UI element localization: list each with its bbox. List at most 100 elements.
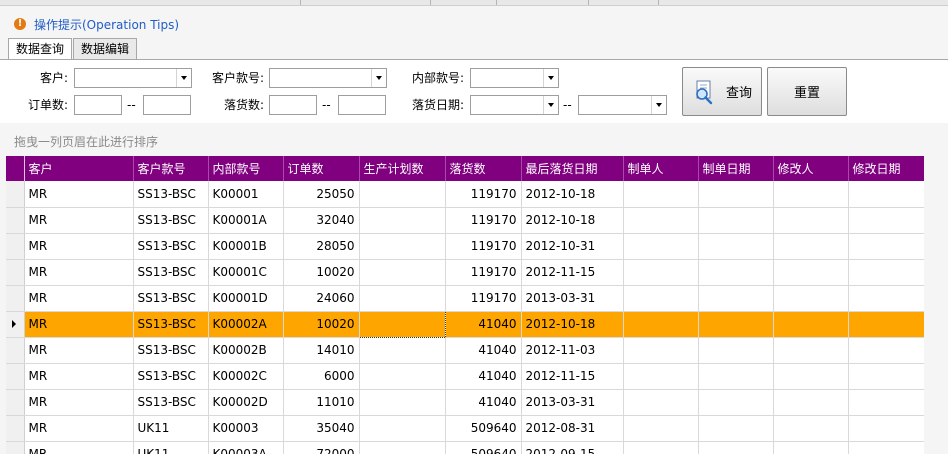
- table-cell[interactable]: [773, 181, 849, 208]
- table-row[interactable]: MR SS13-BSC K00002B 14010 41040 2012-11-03: [6, 337, 924, 364]
- table-cell[interactable]: [623, 337, 699, 364]
- row-indicator[interactable]: [6, 285, 25, 312]
- table-cell[interactable]: [698, 285, 774, 312]
- table-cell[interactable]: [623, 181, 699, 208]
- table-cell[interactable]: [359, 207, 446, 234]
- order-qty-to-input[interactable]: [143, 95, 191, 115]
- table-cell[interactable]: [359, 285, 446, 312]
- table-cell[interactable]: MR: [24, 441, 134, 454]
- table-cell[interactable]: K00001A: [208, 207, 284, 234]
- table-cell[interactable]: 119170: [445, 285, 522, 312]
- table-cell[interactable]: [698, 207, 774, 234]
- table-cell[interactable]: [698, 389, 774, 416]
- table-row[interactable]: MR UK11 K00003 35040 509640 2012-08-31: [6, 415, 924, 442]
- table-cell[interactable]: [623, 311, 699, 338]
- table-cell[interactable]: 2012-11-15: [521, 259, 624, 286]
- table-cell[interactable]: 11010: [283, 389, 360, 416]
- table-cell[interactable]: [359, 233, 446, 260]
- table-cell[interactable]: 41040: [445, 311, 522, 338]
- column-header[interactable]: 修改日期: [848, 156, 924, 181]
- column-header[interactable]: 客户: [24, 156, 134, 181]
- reset-button[interactable]: 重置: [767, 67, 847, 116]
- row-indicator[interactable]: [6, 363, 25, 390]
- column-header[interactable]: 最后落货日期: [521, 156, 624, 181]
- table-cell[interactable]: MR: [24, 415, 134, 442]
- table-cell[interactable]: [623, 363, 699, 390]
- table-cell[interactable]: [623, 207, 699, 234]
- table-cell[interactable]: [773, 285, 849, 312]
- table-cell[interactable]: [848, 415, 924, 442]
- row-indicator[interactable]: [6, 181, 25, 208]
- table-cell[interactable]: 24060: [283, 285, 360, 312]
- table-cell[interactable]: [359, 337, 446, 364]
- table-cell[interactable]: 72000: [283, 441, 360, 454]
- table-cell[interactable]: [359, 181, 446, 208]
- row-indicator[interactable]: [6, 415, 25, 442]
- table-cell[interactable]: MR: [24, 285, 134, 312]
- table-cell[interactable]: K00002A: [208, 311, 284, 338]
- row-indicator[interactable]: [6, 389, 25, 416]
- table-cell[interactable]: 2013-03-31: [521, 389, 624, 416]
- table-row[interactable]: MR SS13-BSC K00001A 32040 119170 2012-10-18: [6, 207, 924, 234]
- tab-data-query[interactable]: 数据查询: [8, 38, 73, 61]
- column-header[interactable]: 修改人: [773, 156, 849, 181]
- table-cell[interactable]: MR: [24, 259, 134, 286]
- row-indicator[interactable]: [6, 259, 25, 286]
- tab-data-edit[interactable]: 数据编辑: [73, 38, 138, 60]
- table-cell[interactable]: MR: [24, 337, 134, 364]
- table-row[interactable]: MR SS13-BSC K00002A 10020 41040 2012-10-18: [6, 310, 924, 338]
- table-cell[interactable]: [359, 259, 446, 286]
- table-cell[interactable]: SS13-BSC: [133, 337, 209, 364]
- drop-date-from-picker[interactable]: [470, 95, 559, 115]
- table-cell[interactable]: [848, 363, 924, 390]
- table-cell[interactable]: [698, 311, 774, 338]
- table-cell[interactable]: [773, 415, 849, 442]
- table-cell[interactable]: 2012-11-03: [521, 337, 624, 364]
- table-cell[interactable]: [848, 207, 924, 234]
- operation-tips-link[interactable]: ! 操作提示(Operation Tips): [14, 15, 179, 33]
- table-cell[interactable]: [848, 441, 924, 454]
- table-cell[interactable]: [698, 337, 774, 364]
- table-cell[interactable]: [623, 389, 699, 416]
- column-header[interactable]: 订单数: [283, 156, 360, 181]
- customer-select[interactable]: [74, 68, 192, 88]
- table-cell[interactable]: SS13-BSC: [133, 363, 209, 390]
- table-cell[interactable]: 10020: [283, 311, 360, 338]
- table-cell[interactable]: 509640: [445, 415, 522, 442]
- drop-qty-from-input[interactable]: [269, 95, 317, 115]
- table-cell[interactable]: [358, 310, 446, 338]
- table-cell[interactable]: K00001: [208, 181, 284, 208]
- table-cell[interactable]: [359, 363, 446, 390]
- internal-style-select[interactable]: [470, 68, 559, 88]
- table-cell[interactable]: [773, 233, 849, 260]
- table-cell[interactable]: [848, 389, 924, 416]
- table-cell[interactable]: [698, 441, 774, 454]
- table-cell[interactable]: SS13-BSC: [133, 285, 209, 312]
- table-cell[interactable]: 2013-03-31: [521, 285, 624, 312]
- table-cell[interactable]: 35040: [283, 415, 360, 442]
- table-row[interactable]: MR UK11 K00003A 72000 509640 2012-09-15: [6, 441, 924, 454]
- table-cell[interactable]: [623, 415, 699, 442]
- row-indicator[interactable]: [6, 337, 25, 364]
- table-cell[interactable]: [773, 337, 849, 364]
- table-cell[interactable]: MR: [24, 311, 134, 338]
- table-cell[interactable]: 119170: [445, 233, 522, 260]
- table-cell[interactable]: [623, 285, 699, 312]
- table-cell[interactable]: 41040: [445, 363, 522, 390]
- table-cell[interactable]: [773, 389, 849, 416]
- table-cell[interactable]: 41040: [445, 337, 522, 364]
- table-cell[interactable]: [359, 441, 446, 454]
- table-cell[interactable]: UK11: [133, 441, 209, 454]
- table-row[interactable]: MR SS13-BSC K00001B 28050 119170 2012-10-31: [6, 233, 924, 260]
- table-cell[interactable]: K00002C: [208, 363, 284, 390]
- table-row[interactable]: MR SS13-BSC K00001 25050 119170 2012-10-18: [6, 181, 924, 208]
- order-qty-from-input[interactable]: [74, 95, 122, 115]
- data-grid[interactable]: 客户 客户款号 内部款号 订单数 生产计划数 落货数 最后落货日期 制单人 制单日期 修改人 修改日…: [6, 156, 924, 454]
- table-cell[interactable]: [698, 181, 774, 208]
- table-cell[interactable]: K00002B: [208, 337, 284, 364]
- table-cell[interactable]: MR: [24, 181, 134, 208]
- table-cell[interactable]: [698, 233, 774, 260]
- table-cell[interactable]: K00003A: [208, 441, 284, 454]
- drop-qty-to-input[interactable]: [338, 95, 386, 115]
- row-indicator[interactable]: [6, 441, 25, 454]
